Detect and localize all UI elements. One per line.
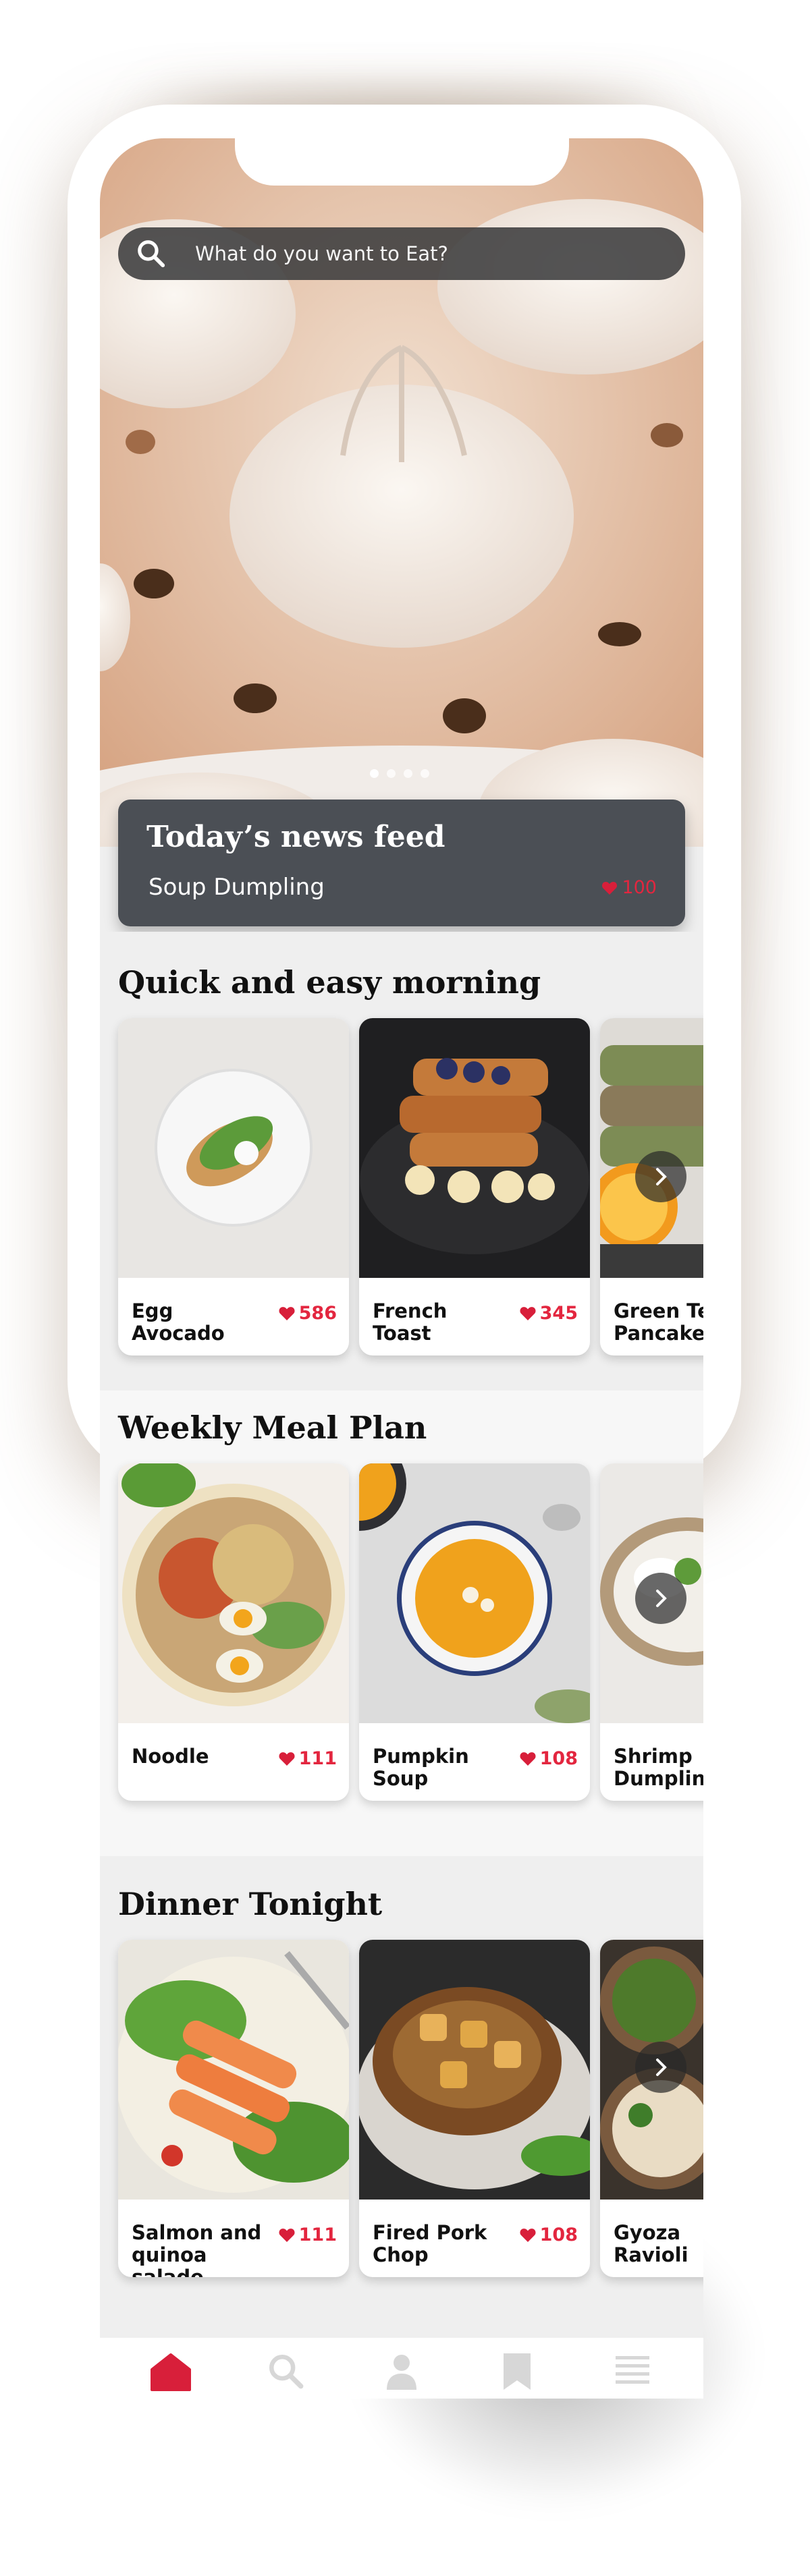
search-input[interactable]: What do you want to Eat? [195, 242, 448, 265]
recipe-card[interactable]: Gyoza Ravioli [600, 1940, 703, 2277]
recipe-name: Pumpkin Soup [373, 1745, 469, 1790]
news-feed-subtitle: Soup Dumpling [148, 874, 325, 901]
recipe-name: French Toast [373, 1299, 448, 1345]
section-title: Weekly Meal Plan [118, 1409, 427, 1446]
carousel-next-button[interactable] [635, 1573, 686, 1624]
recipe-image [359, 1463, 590, 1723]
heart-icon [602, 881, 618, 895]
recipe-name: Shrimp Dumpling [614, 1745, 703, 1790]
recipe-card[interactable]: Pumpkin Soup 108 [359, 1463, 590, 1801]
carousel-dot[interactable] [421, 769, 429, 778]
recipe-like-count: 586 [298, 1303, 337, 1324]
device-notch [235, 138, 569, 186]
recipe-card[interactable]: Shrimp Dumpling [600, 1463, 703, 1801]
news-feed-card[interactable]: Today’s news feed Soup Dumpling 100 [118, 800, 685, 926]
heart-icon [520, 1307, 536, 1320]
news-feed-likes[interactable]: 100 [601, 877, 657, 898]
nav-search[interactable] [259, 2345, 313, 2399]
recipe-card[interactable]: Salmon and quinoa salade 111 [118, 1940, 349, 2277]
heart-icon [520, 2229, 536, 2242]
carousel-next-button[interactable] [635, 1151, 686, 1202]
app-screen: What do you want to Eat? Today’s news fe… [100, 138, 703, 2399]
carousel-next-button[interactable] [635, 2042, 686, 2093]
recipe-likes[interactable]: 111 [278, 2224, 337, 2245]
search-icon [138, 240, 165, 268]
news-feed-like-count: 100 [622, 877, 657, 898]
chevron-right-icon [656, 2059, 667, 2076]
bottom-navigation [100, 2338, 703, 2399]
recipe-image [118, 1463, 349, 1723]
recipe-card[interactable]: French Toast 345 [359, 1018, 590, 1355]
recipe-name: Fired Pork Chop [373, 2221, 487, 2266]
nav-profile[interactable] [375, 2345, 429, 2399]
heart-icon [520, 1752, 536, 1766]
recipe-likes[interactable]: 108 [519, 2224, 578, 2245]
recipe-name: Green Tea Pancake [614, 1299, 703, 1345]
recipe-name: Gyoza Ravioli [614, 2221, 688, 2266]
profile-icon [386, 2355, 416, 2390]
recipe-likes[interactable]: 345 [519, 1303, 578, 1324]
search-bar[interactable]: What do you want to Eat? [118, 227, 685, 280]
section-title: Dinner Tonight [118, 1886, 383, 1922]
recipe-name: Noodle [132, 1745, 209, 1768]
section-title: Quick and easy morning [118, 964, 541, 1001]
heart-icon [279, 1307, 295, 1320]
section-weekly-meal: Weekly Meal Plan Noodle 111 Pumpkin Soup… [100, 1391, 703, 1856]
recipe-image [118, 1940, 349, 2200]
carousel-dot[interactable] [404, 769, 412, 778]
menu-icon [615, 2356, 649, 2384]
recipe-card[interactable]: Noodle 111 [118, 1463, 349, 1801]
carousel-dot[interactable] [370, 769, 379, 778]
section-quick-morning: Quick and easy morning Egg Avocado 586 F… [100, 932, 703, 1370]
nav-home[interactable] [144, 2345, 198, 2399]
recipe-image [359, 1018, 590, 1278]
bookmark-icon [503, 2353, 531, 2390]
recipe-card[interactable]: Egg Avocado 586 [118, 1018, 349, 1355]
recipe-likes[interactable]: 111 [278, 1748, 337, 1769]
chevron-right-icon [656, 1168, 667, 1185]
nav-bookmark[interactable] [490, 2345, 544, 2399]
section-dinner-tonight: Dinner Tonight Salmon and quinoa salade … [100, 1870, 703, 2342]
nav-menu[interactable] [605, 2345, 659, 2399]
recipe-like-count: 111 [298, 2224, 337, 2245]
recipe-card[interactable]: Fired Pork Chop 108 [359, 1940, 590, 2277]
recipe-name: Salmon and quinoa salade [132, 2221, 262, 2278]
carousel-dot[interactable] [387, 769, 396, 778]
carousel-dots[interactable] [370, 769, 429, 778]
search-icon [269, 2354, 304, 2389]
news-feed-title: Today’s news feed [146, 820, 446, 854]
recipe-image [600, 1018, 703, 1278]
heart-icon [279, 2229, 295, 2242]
recipe-name: Egg Avocado [132, 1299, 225, 1345]
recipe-image [118, 1018, 349, 1278]
home-icon [151, 2353, 192, 2391]
heart-icon [279, 1752, 295, 1766]
recipe-like-count: 108 [539, 1748, 578, 1769]
recipe-like-count: 108 [539, 2224, 578, 2245]
recipe-image [359, 1940, 590, 2200]
recipe-likes[interactable]: 586 [278, 1303, 337, 1324]
recipe-like-count: 111 [298, 1748, 337, 1769]
chevron-right-icon [656, 1590, 667, 1607]
recipe-likes[interactable]: 108 [519, 1748, 578, 1769]
recipe-like-count: 345 [539, 1303, 578, 1324]
